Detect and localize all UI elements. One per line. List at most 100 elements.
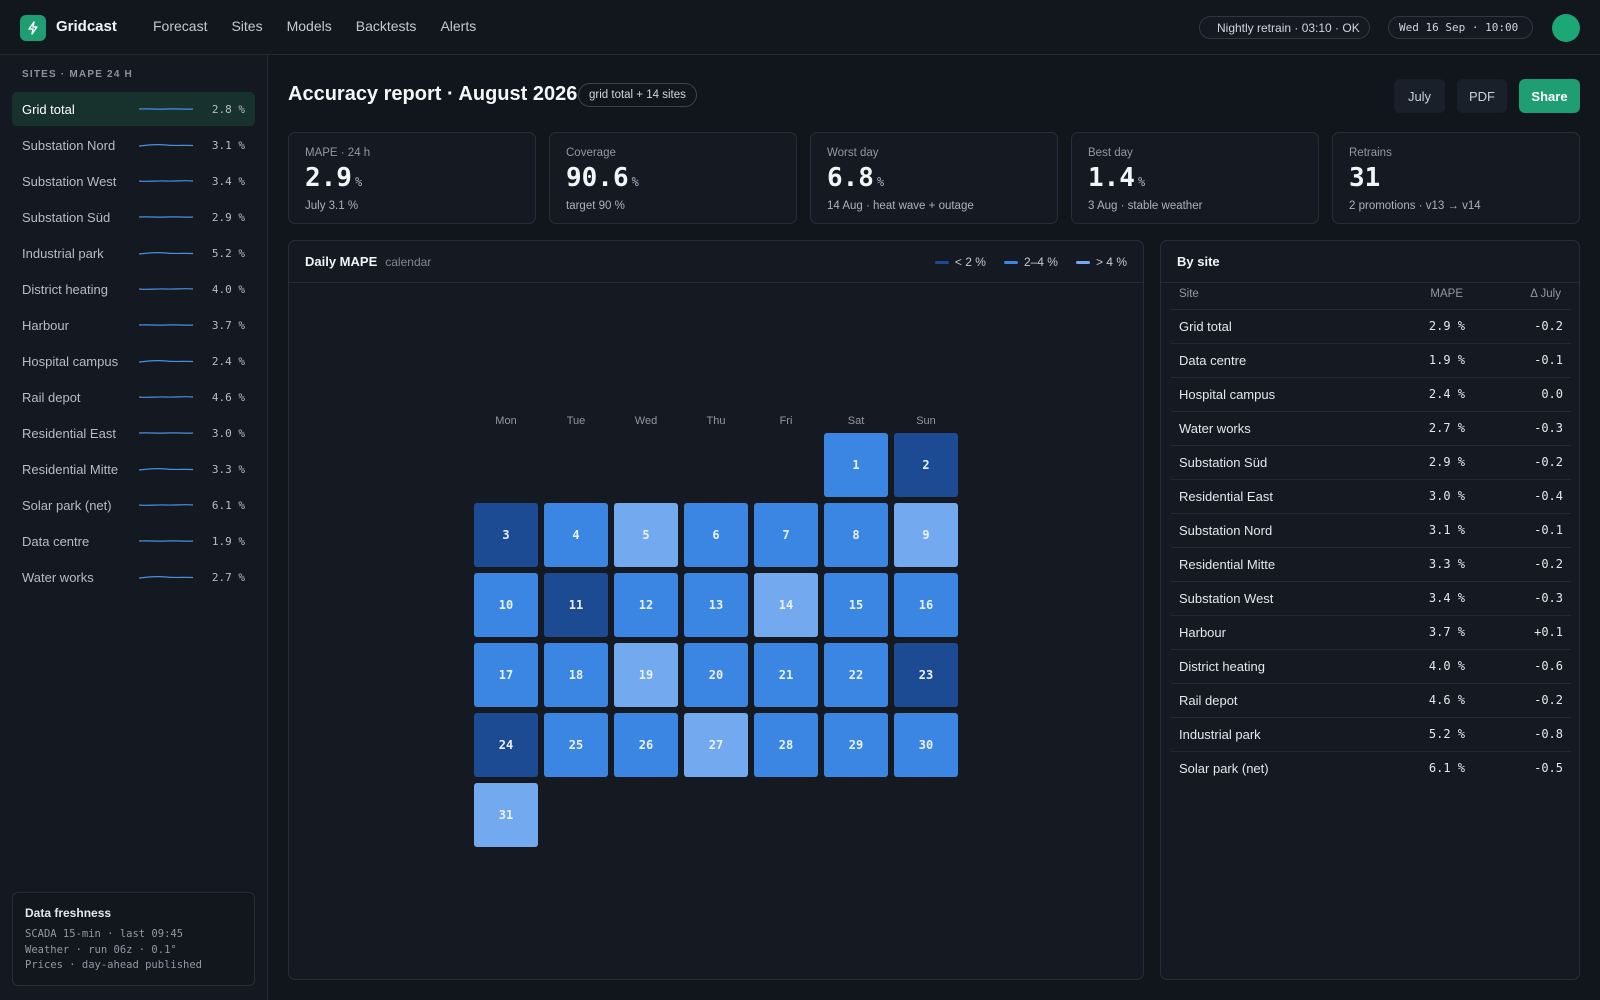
- site-delta: -0.2: [1534, 455, 1563, 469]
- calendar-day[interactable]: 25: [544, 713, 608, 777]
- calendar-day[interactable]: 27: [684, 713, 748, 777]
- calendar-day[interactable]: 23: [894, 643, 958, 707]
- sidebar-item[interactable]: Residential Mitte 3.3 %: [12, 452, 255, 486]
- sidebar-item-value: 4.6 %: [211, 390, 245, 404]
- calendar-day[interactable]: 28: [754, 713, 818, 777]
- sidebar-item-value: 2.4 %: [211, 354, 245, 368]
- calendar-day[interactable]: 14: [754, 573, 818, 637]
- nav-sites[interactable]: Sites: [231, 18, 262, 34]
- sidebar-item[interactable]: Substation Nord 3.1 %: [12, 128, 255, 162]
- legend-swatch: [1003, 260, 1018, 264]
- calendar-day[interactable]: 12: [614, 573, 678, 637]
- sidebar-item[interactable]: Residential East 3.0 %: [12, 416, 255, 450]
- sparkline-icon: [138, 540, 194, 542]
- sidebar-item-value: 3.1 %: [211, 138, 245, 152]
- weekday-label: Tue: [566, 415, 586, 427]
- sparkline-icon: [138, 143, 194, 147]
- site-mape: 3.1 %: [1428, 523, 1465, 537]
- table-row[interactable]: Residential East 3.0 % -0.4: [1171, 479, 1571, 513]
- calendar-day[interactable]: 16: [894, 573, 958, 637]
- nav-alerts[interactable]: Alerts: [440, 18, 476, 34]
- current-datetime: Wed 16 Sep · 10:00: [1388, 16, 1533, 39]
- sidebar-item[interactable]: Data centre 1.9 %: [12, 524, 255, 558]
- calendar-day[interactable]: 10: [474, 573, 538, 637]
- nav-backtests[interactable]: Backtests: [356, 18, 417, 34]
- calendar-day[interactable]: 24: [474, 713, 538, 777]
- calendar-day[interactable]: 7: [754, 503, 818, 567]
- calendar-day[interactable]: 15: [824, 573, 888, 637]
- panel-header: By site: [1161, 241, 1579, 283]
- calendar-day[interactable]: 31: [474, 783, 538, 847]
- kpi-label: Coverage: [566, 147, 616, 159]
- kpi-label: Best day: [1088, 147, 1133, 159]
- sidebar-item[interactable]: Substation Süd 2.9 %: [12, 200, 255, 234]
- site-name: Substation West: [1179, 591, 1274, 606]
- weekday-label: Mon: [495, 415, 517, 427]
- calendar-day[interactable]: 18: [544, 643, 608, 707]
- scope-badge: grid total + 14 sites: [578, 83, 697, 107]
- kpi-sub: 14 Aug · heat wave + outage: [827, 200, 974, 212]
- calendar-day[interactable]: 2: [894, 433, 958, 497]
- table-row[interactable]: Data centre 1.9 % -0.1: [1171, 343, 1571, 377]
- table-row[interactable]: Residential Mitte 3.3 % -0.2: [1171, 547, 1571, 581]
- table-row[interactable]: District heating 4.0 % -0.6: [1171, 649, 1571, 683]
- legend-item-mid: 2–4 %: [1003, 255, 1058, 269]
- calendar-day[interactable]: 1: [824, 433, 888, 497]
- table-row[interactable]: Hospital campus 2.4 % 0.0: [1171, 377, 1571, 411]
- calendar-day[interactable]: 21: [754, 643, 818, 707]
- data-freshness-title: Data freshness: [25, 906, 112, 920]
- calendar-day[interactable]: 5: [614, 503, 678, 567]
- site-mape: 2.4 %: [1428, 387, 1465, 401]
- table-row[interactable]: Solar park (net) 6.1 % -0.5: [1171, 751, 1571, 785]
- nav-forecast[interactable]: Forecast: [153, 18, 207, 34]
- retrain-status[interactable]: Nightly retrain · 03:10 · OK: [1199, 16, 1370, 39]
- sidebar-item[interactable]: Hospital campus 2.4 %: [12, 344, 255, 378]
- sidebar-item[interactable]: Substation West 3.4 %: [12, 164, 255, 198]
- pdf-button[interactable]: PDF: [1457, 79, 1507, 113]
- table-row[interactable]: Industrial park 5.2 % -0.8: [1171, 717, 1571, 751]
- calendar-day[interactable]: 8: [824, 503, 888, 567]
- calendar-day[interactable]: 11: [544, 573, 608, 637]
- share-button[interactable]: Share: [1519, 79, 1580, 113]
- calendar-day[interactable]: 9: [894, 503, 958, 567]
- calendar-day[interactable]: 6: [684, 503, 748, 567]
- site-name: Solar park (net): [1179, 761, 1269, 776]
- table-row[interactable]: Harbour 3.7 % +0.1: [1171, 615, 1571, 649]
- calendar-day[interactable]: 17: [474, 643, 538, 707]
- site-delta: -0.1: [1534, 353, 1563, 367]
- sidebar-item[interactable]: Rail depot 4.6 %: [12, 380, 255, 414]
- sidebar-item[interactable]: Solar park (net) 6.1 %: [12, 488, 255, 522]
- july-button[interactable]: July: [1394, 79, 1445, 113]
- sidebar-item[interactable]: District heating 4.0 %: [12, 272, 255, 306]
- calendar-day[interactable]: 19: [614, 643, 678, 707]
- table-row[interactable]: Substation West 3.4 % -0.3: [1171, 581, 1571, 615]
- calendar-day[interactable]: 20: [684, 643, 748, 707]
- site-name: District heating: [1179, 659, 1265, 674]
- table-row[interactable]: Grid total 2.9 % -0.2: [1171, 309, 1571, 343]
- nav-models[interactable]: Models: [287, 18, 332, 34]
- site-mape: 3.7 %: [1428, 625, 1465, 639]
- logo[interactable]: [20, 15, 46, 41]
- table-row[interactable]: Substation Nord 3.1 % -0.1: [1171, 513, 1571, 547]
- table-row[interactable]: Rail depot 4.6 % -0.2: [1171, 683, 1571, 717]
- table-row[interactable]: Substation Süd 2.9 % -0.2: [1171, 445, 1571, 479]
- kpi-sub: 2 promotions · v13 → v14: [1349, 200, 1481, 212]
- sidebar-item[interactable]: Industrial park 5.2 %: [12, 236, 255, 270]
- avatar[interactable]: [1552, 14, 1580, 42]
- site-delta: +0.1: [1534, 625, 1563, 639]
- calendar-day[interactable]: 26: [614, 713, 678, 777]
- calendar-day[interactable]: 4: [544, 503, 608, 567]
- sidebar-item[interactable]: Water works 2.7 %: [12, 560, 255, 594]
- table-row[interactable]: Water works 2.7 % -0.3: [1171, 411, 1571, 445]
- sparkline-icon: [138, 432, 194, 434]
- sidebar-item[interactable]: Grid total 2.8 %: [12, 92, 255, 126]
- calendar-day[interactable]: 3: [474, 503, 538, 567]
- sidebar-item[interactable]: Harbour 3.7 %: [12, 308, 255, 342]
- calendar-day[interactable]: 22: [824, 643, 888, 707]
- calendar-day[interactable]: 30: [894, 713, 958, 777]
- site-delta: -0.2: [1534, 557, 1563, 571]
- calendar-day[interactable]: 29: [824, 713, 888, 777]
- calendar-day[interactable]: 13: [684, 573, 748, 637]
- kpi-unit: %: [631, 175, 639, 189]
- sidebar-heading: SITES · MAPE 24 H: [22, 69, 133, 80]
